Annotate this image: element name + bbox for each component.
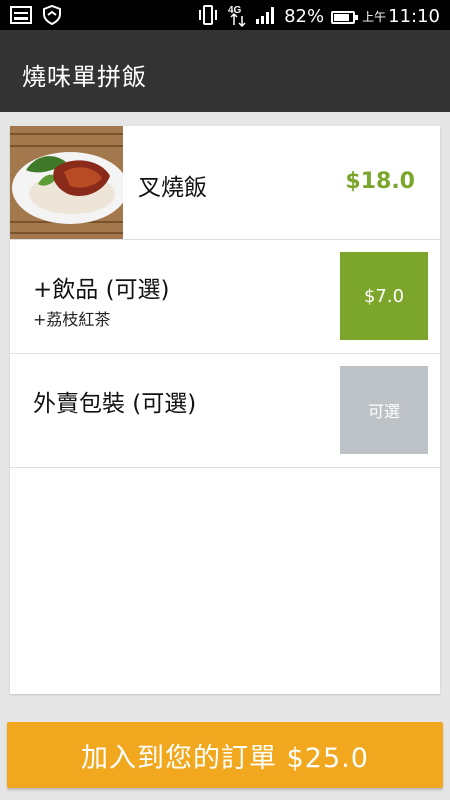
vibrate-icon <box>197 5 219 29</box>
image-icon <box>10 6 32 28</box>
item-price: $18.0 <box>345 169 415 194</box>
signal-icon <box>255 5 277 29</box>
drink-option-row[interactable]: +飲品 (可選) +荔枝紅茶 $7.0 <box>10 240 440 354</box>
clock: 11:10 <box>388 6 440 27</box>
packaging-optional-button[interactable]: 可選 <box>340 366 428 454</box>
packaging-option-title: 外賣包裝 (可選) <box>33 391 197 417</box>
status-right: 4G 82% 上午 11:10 <box>197 3 440 31</box>
battery-percent: 82% <box>284 6 325 27</box>
battery-fill <box>334 13 350 21</box>
status-left <box>10 4 62 29</box>
drink-price-button[interactable]: $7.0 <box>340 252 428 340</box>
add-to-order-button[interactable]: 加入到您的訂單 $25.0 <box>7 722 443 788</box>
add-to-order-label: 加入到您的訂單 $25.0 <box>81 742 369 774</box>
app-bar: 燒味單拼飯 <box>0 30 450 112</box>
main-item-row: 叉燒飯 $18.0 <box>10 126 440 240</box>
screen: 4G 82% 上午 11:10 燒味單拼飯 叉燒飯 $18.0 +飲品 (可選)… <box>0 0 450 800</box>
drink-option-title: +飲品 (可選) <box>33 277 170 303</box>
status-bar: 4G 82% 上午 11:10 <box>0 0 450 30</box>
page-title: 燒味單拼飯 <box>22 63 147 91</box>
drink-option-selected: +荔枝紅茶 <box>33 310 111 329</box>
order-card: 叉燒飯 $18.0 +飲品 (可選) +荔枝紅茶 $7.0 外賣包裝 (可選) … <box>10 126 440 694</box>
item-name: 叉燒飯 <box>138 175 207 201</box>
time-prefix: 上午 <box>362 10 387 24</box>
food-photo <box>10 126 123 239</box>
battery-icon <box>331 10 359 24</box>
packaging-option-row[interactable]: 外賣包裝 (可選) 可選 <box>10 354 440 468</box>
network-4g-icon: 4G <box>226 3 248 31</box>
shield-icon <box>42 4 62 29</box>
